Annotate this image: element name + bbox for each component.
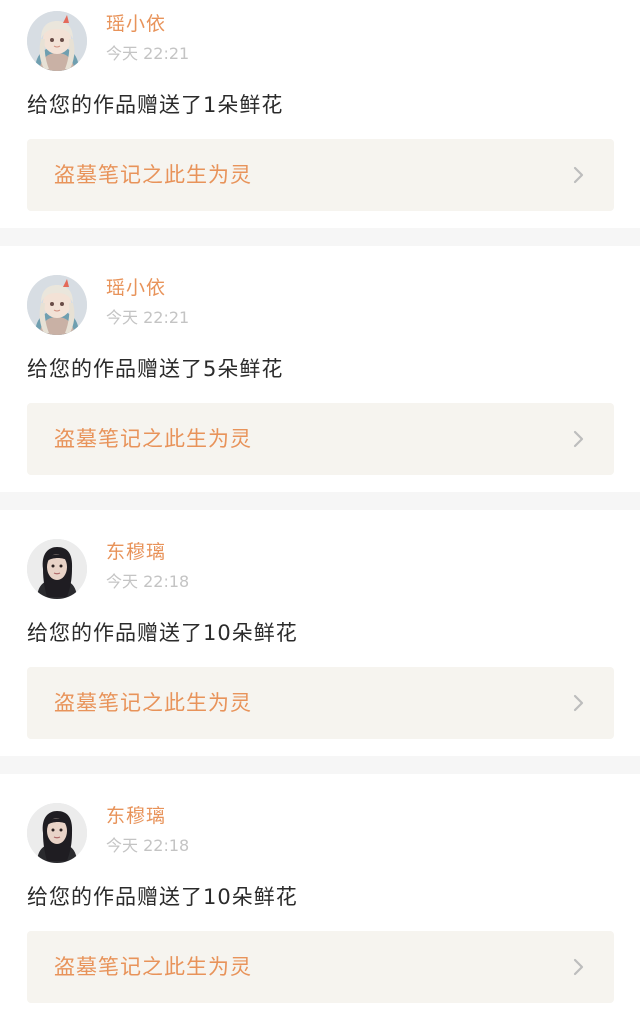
work-link[interactable]: 盗墓笔记之此生为灵: [27, 139, 614, 211]
work-title: 盗墓笔记之此生为灵: [54, 163, 252, 187]
work-title: 盗墓笔记之此生为灵: [54, 955, 252, 979]
notification-feed: 瑶小依 今天 22:21 给您的作品赠送了1朵鲜花 盗墓笔记之此生为灵 瑶小依 …: [0, 0, 640, 1011]
notification-card: 东穆璃 今天 22:18 给您的作品赠送了10朵鲜花 盗墓笔记之此生为灵: [0, 510, 640, 756]
work-title: 盗墓笔记之此生为灵: [54, 691, 252, 715]
avatar[interactable]: [27, 803, 87, 863]
timestamp: 今天 22:21: [106, 44, 190, 63]
notification-card: 瑶小依 今天 22:21 给您的作品赠送了1朵鲜花 盗墓笔记之此生为灵: [0, 0, 640, 228]
timestamp: 今天 22:21: [106, 308, 190, 327]
notification-card: 瑶小依 今天 22:21 给您的作品赠送了5朵鲜花 盗墓笔记之此生为灵: [0, 246, 640, 492]
chevron-right-icon: [573, 958, 584, 976]
work-link[interactable]: 盗墓笔记之此生为灵: [27, 667, 614, 739]
chevron-right-icon: [573, 430, 584, 448]
section-divider: [0, 492, 640, 510]
avatar[interactable]: [27, 539, 87, 599]
username[interactable]: 瑶小依: [106, 12, 166, 36]
section-divider: [0, 228, 640, 246]
anime-girl-avatar-icon: [27, 275, 87, 335]
section-divider: [0, 756, 640, 774]
chevron-right-icon: [573, 166, 584, 184]
avatar[interactable]: [27, 275, 87, 335]
work-title: 盗墓笔记之此生为灵: [54, 427, 252, 451]
timestamp: 今天 22:18: [106, 836, 190, 855]
work-link[interactable]: 盗墓笔记之此生为灵: [27, 931, 614, 1003]
gift-message: 给您的作品赠送了10朵鲜花: [27, 621, 298, 645]
gift-message: 给您的作品赠送了1朵鲜花: [27, 93, 284, 117]
work-link[interactable]: 盗墓笔记之此生为灵: [27, 403, 614, 475]
username[interactable]: 瑶小依: [106, 276, 166, 300]
username[interactable]: 东穆璃: [106, 804, 166, 828]
photo-girl-avatar-icon: [27, 803, 87, 863]
anime-girl-avatar-icon: [27, 11, 87, 71]
gift-message: 给您的作品赠送了5朵鲜花: [27, 357, 284, 381]
gift-message: 给您的作品赠送了10朵鲜花: [27, 885, 298, 909]
photo-girl-avatar-icon: [27, 539, 87, 599]
timestamp: 今天 22:18: [106, 572, 190, 591]
chevron-right-icon: [573, 694, 584, 712]
notification-card: 东穆璃 今天 22:18 给您的作品赠送了10朵鲜花 盗墓笔记之此生为灵: [0, 774, 640, 1011]
username[interactable]: 东穆璃: [106, 540, 166, 564]
avatar[interactable]: [27, 11, 87, 71]
